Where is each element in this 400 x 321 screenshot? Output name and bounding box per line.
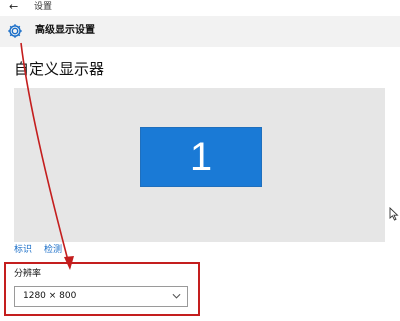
gear-icon bbox=[8, 24, 22, 38]
monitor-1-tile[interactable]: 1 bbox=[140, 127, 262, 187]
resolution-dropdown[interactable]: 1280 × 800 bbox=[14, 286, 188, 307]
back-arrow-icon[interactable]: ← bbox=[9, 1, 18, 13]
display-preview: 1 bbox=[14, 88, 385, 242]
resolution-label: 分辨率 bbox=[14, 269, 42, 279]
page-title: 自定义显示器 bbox=[14, 60, 105, 78]
header-title: 高级显示设置 bbox=[35, 25, 95, 36]
chevron-down-icon bbox=[172, 293, 181, 299]
resolution-value: 1280 × 800 bbox=[23, 291, 77, 301]
settings-header: 高级显示设置 bbox=[0, 16, 400, 47]
window-title: 设置 bbox=[34, 2, 53, 12]
title-bar: ← 设置 bbox=[0, 0, 400, 16]
identify-link[interactable]: 标识 bbox=[14, 245, 32, 256]
detect-link[interactable]: 检测 bbox=[44, 245, 62, 256]
mouse-cursor-icon bbox=[389, 207, 399, 221]
